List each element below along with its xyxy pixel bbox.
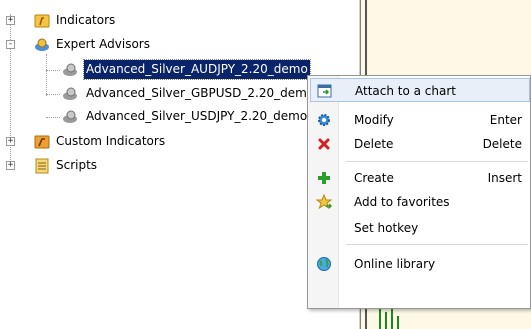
menu-separator	[346, 244, 528, 245]
tree-item-indicators[interactable]: + Indicators	[0, 11, 300, 30]
menu-item-label: Modify	[354, 113, 394, 127]
indicators-folder-icon	[34, 13, 50, 29]
tree-item-label-selected: Advanced_Silver_AUDJPY_2.20_demo	[83, 59, 311, 80]
expert-advisor-icon	[62, 86, 78, 102]
expert-advisor-icon	[62, 109, 78, 125]
expert-advisors-icon	[34, 37, 50, 53]
menu-separator	[346, 161, 528, 162]
menu-item-label: Online library	[354, 257, 436, 271]
custom-indicators-folder-icon	[34, 134, 50, 150]
chart-candle	[385, 312, 387, 329]
menu-item-shortcut: Enter	[489, 113, 522, 127]
star-icon	[315, 193, 333, 210]
tree-item-ea-usdjpy[interactable]: Advanced_Silver_USDJPY_2.20_demo	[0, 107, 330, 126]
menu-item-delete[interactable]: Delete Delete	[310, 132, 530, 156]
menu-item-shortcut: Insert	[487, 171, 522, 185]
plus-icon	[316, 170, 332, 186]
menu-item-set-hotkey[interactable]: Set hotkey	[310, 216, 530, 240]
tree-item-label: Custom Indicators	[56, 134, 166, 148]
tree-item-ea-audjpy[interactable]: Advanced_Silver_AUDJPY_2.20_demo	[0, 59, 330, 80]
tree-item-label: Advanced_Silver_GBPUSD_2.20_demo	[86, 86, 315, 100]
chart-candle	[397, 316, 399, 329]
tree-item-expert-advisors[interactable]: - Expert Advisors	[0, 35, 300, 54]
expert-advisor-icon	[62, 62, 78, 78]
collapse-toggle[interactable]: -	[6, 40, 15, 49]
context-menu: Attach to a chart Modify Enter Delete De…	[307, 75, 531, 309]
tree-item-custom-indicators[interactable]: + Custom Indicators	[0, 132, 300, 151]
menu-item-modify[interactable]: Modify Enter	[310, 108, 530, 132]
expand-toggle[interactable]: +	[6, 137, 15, 146]
menu-item-label: Add to favorites	[354, 195, 450, 209]
menu-item-attach-to-chart[interactable]: Attach to a chart	[310, 78, 530, 102]
menu-item-label: Attach to a chart	[355, 84, 457, 98]
tree-item-label: Expert Advisors	[56, 37, 150, 51]
menu-item-online-library[interactable]: Online library	[310, 252, 530, 276]
tree-item-label: Indicators	[56, 13, 116, 27]
expand-toggle[interactable]: +	[6, 16, 15, 25]
tree-item-label: Scripts	[56, 158, 98, 172]
menu-item-shortcut: Delete	[482, 137, 522, 151]
attach-chart-icon	[317, 83, 333, 99]
tree-item-label: Advanced_Silver_USDJPY_2.20_demo	[86, 109, 308, 123]
globe-icon	[316, 256, 332, 272]
menu-item-label: Create	[354, 171, 394, 185]
menu-item-create[interactable]: Create Insert	[310, 166, 530, 190]
menu-item-label: Delete	[354, 137, 394, 151]
tree-item-ea-gbpusd[interactable]: Advanced_Silver_GBPUSD_2.20_demo	[0, 84, 330, 103]
scripts-folder-icon	[34, 158, 50, 174]
navigator-tree: + Indicators - Expert Advisors Advanced_…	[0, 0, 358, 329]
menu-item-add-to-favorites[interactable]: Add to favorites	[310, 190, 530, 214]
gear-icon	[316, 112, 332, 128]
delete-x-icon	[316, 136, 332, 152]
chart-candle	[391, 306, 393, 329]
tree-item-scripts[interactable]: + Scripts	[0, 156, 300, 175]
menu-item-label: Set hotkey	[354, 221, 419, 235]
expand-toggle[interactable]: +	[6, 161, 15, 170]
